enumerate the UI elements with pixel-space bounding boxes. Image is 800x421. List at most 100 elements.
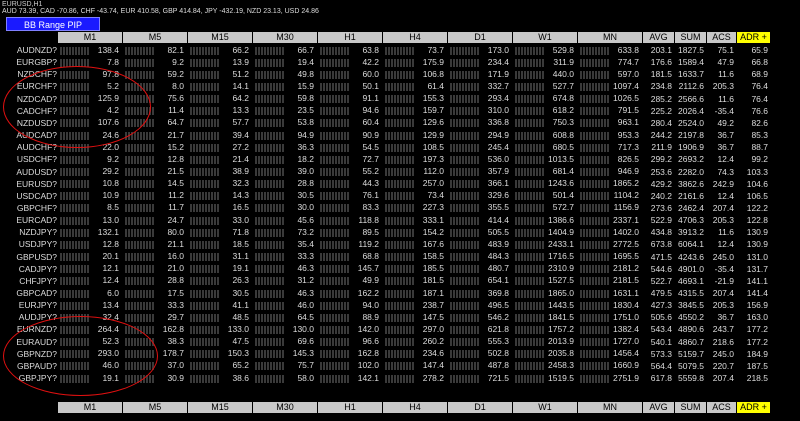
header-adr[interactable]: ADR + — [737, 32, 771, 43]
symbol-label[interactable]: EURAUD? — [0, 336, 57, 348]
strength-bar — [190, 313, 220, 322]
symbol-label[interactable]: NZDJPY? — [0, 226, 57, 238]
strength-bar — [450, 289, 480, 298]
tf-cell: 1382.4 — [580, 324, 641, 335]
header-avg[interactable]: AVG — [643, 402, 675, 413]
tf-cell: 39.0 — [255, 166, 316, 177]
avg-value: 617.8 — [650, 373, 672, 384]
header-m30[interactable]: M30 — [253, 402, 318, 413]
symbol-label[interactable]: GBPJPY? — [0, 372, 57, 384]
tf-cell: 1104.2 — [580, 190, 641, 201]
tf-cell: 142.0 — [320, 324, 381, 335]
header-mn[interactable]: MN — [578, 32, 643, 43]
header-w1[interactable]: W1 — [513, 32, 578, 43]
bb-range-pip-button[interactable]: BB Range PIP — [6, 17, 100, 31]
symbol-label[interactable]: USDJPY? — [0, 238, 57, 250]
header-mn[interactable]: MN — [578, 402, 643, 413]
sum-value: 5559.8 — [678, 373, 704, 384]
strength-bar — [125, 155, 155, 164]
pip-value: 2310.9 — [548, 263, 574, 274]
symbol-label[interactable]: CADJPY? — [0, 263, 57, 275]
symbol-label[interactable]: EURCAD? — [0, 214, 57, 226]
symbol-label[interactable]: GBPCHF? — [0, 202, 57, 214]
symbol-label[interactable]: EURNZD? — [0, 323, 57, 335]
header-h1[interactable]: H1 — [318, 402, 383, 413]
pip-value: 97.8 — [102, 68, 119, 79]
pip-value: 102.0 — [357, 360, 379, 371]
tf-cell: 19.1 — [60, 373, 121, 384]
header-m15[interactable]: M15 — [188, 32, 253, 43]
header-d1[interactable]: D1 — [448, 32, 513, 43]
symbol-label[interactable]: AUDCAD? — [0, 129, 57, 141]
header-w1[interactable]: W1 — [513, 402, 578, 413]
header-avg[interactable]: AVG — [643, 32, 675, 43]
tf-cell: 1751.0 — [580, 312, 641, 323]
header-h4[interactable]: H4 — [383, 402, 448, 413]
header-m5[interactable]: M5 — [123, 32, 188, 43]
strength-bar — [125, 46, 155, 55]
header-m30[interactable]: M30 — [253, 32, 318, 43]
pip-value: 19.4 — [297, 56, 314, 67]
symbol-label[interactable]: AUDJPY? — [0, 311, 57, 323]
symbol-label[interactable]: AUDCHF? — [0, 141, 57, 153]
header-m15[interactable]: M15 — [188, 402, 253, 413]
header-m5[interactable]: M5 — [123, 402, 188, 413]
pip-value: 24.6 — [102, 129, 119, 140]
acs-value: 11.6 — [718, 93, 734, 104]
symbol-label[interactable]: AUDNZD? — [0, 44, 57, 56]
tf-cell: 59.2 — [125, 69, 186, 80]
symbol-label[interactable]: AUDUSD? — [0, 166, 57, 178]
sum-value: 4243.6 — [678, 251, 704, 262]
pip-value: 2433.1 — [548, 238, 574, 249]
symbol-label[interactable]: CHFJPY? — [0, 275, 57, 287]
header-h1[interactable]: H1 — [318, 32, 383, 43]
strength-bar — [515, 58, 545, 67]
header-acs[interactable]: ACS — [707, 402, 737, 413]
strength-bar — [190, 253, 220, 262]
tf-cell: 555.3 — [450, 336, 511, 347]
strength-bar — [125, 277, 155, 286]
header-d1[interactable]: D1 — [448, 402, 513, 413]
strength-bar — [320, 313, 350, 322]
strength-bar — [450, 131, 480, 140]
strength-bar — [450, 204, 480, 213]
tf-cell: 63.8 — [320, 45, 381, 56]
symbol-label[interactable]: GBPUSD? — [0, 251, 57, 263]
strength-bar — [450, 350, 480, 359]
symbol-label[interactable]: NZDUSD? — [0, 117, 57, 129]
pip-value: 44.3 — [362, 178, 379, 189]
strength-bar — [255, 216, 285, 225]
symbol-label[interactable]: GBPNZD? — [0, 348, 57, 360]
pip-value: 145.3 — [292, 348, 314, 359]
strength-bar — [320, 70, 350, 79]
symbol-label[interactable]: CADCHF? — [0, 105, 57, 117]
pip-value: 597.0 — [617, 68, 639, 79]
header-sum[interactable]: SUM — [675, 402, 707, 413]
symbol-label[interactable]: USDCAD? — [0, 190, 57, 202]
symbol-label[interactable]: NZDCHF? — [0, 68, 57, 80]
strength-bar — [60, 350, 90, 359]
header-sum[interactable]: SUM — [675, 32, 707, 43]
avg-value: 522.7 — [650, 275, 672, 286]
strength-bar — [125, 362, 155, 371]
header-h4[interactable]: H4 — [383, 32, 448, 43]
pip-value: 46.3 — [297, 263, 314, 274]
symbol-label[interactable]: NZDCAD? — [0, 93, 57, 105]
symbol-label[interactable]: EURCHF? — [0, 80, 57, 92]
symbol-label[interactable]: GBPCAD? — [0, 287, 57, 299]
header-acs[interactable]: ACS — [707, 32, 737, 43]
symbol-label[interactable]: EURJPY? — [0, 299, 57, 311]
tf-cell: 238.7 — [385, 300, 446, 311]
header-m1[interactable]: M1 — [58, 402, 123, 413]
symbol-label[interactable]: USDCHF? — [0, 153, 57, 165]
strength-bar — [385, 240, 415, 249]
avg-value: 505.6 — [650, 312, 672, 323]
tf-cell: 155.3 — [385, 93, 446, 104]
strength-bar — [60, 155, 90, 164]
header-adr[interactable]: ADR + — [737, 402, 771, 413]
symbol-label[interactable]: EURGBP? — [0, 56, 57, 68]
symbol-label[interactable]: EURUSD? — [0, 178, 57, 190]
header-m1[interactable]: M1 — [58, 32, 123, 43]
symbol-label[interactable]: GBPAUD? — [0, 360, 57, 372]
tf-cell: 60.0 — [320, 69, 381, 80]
